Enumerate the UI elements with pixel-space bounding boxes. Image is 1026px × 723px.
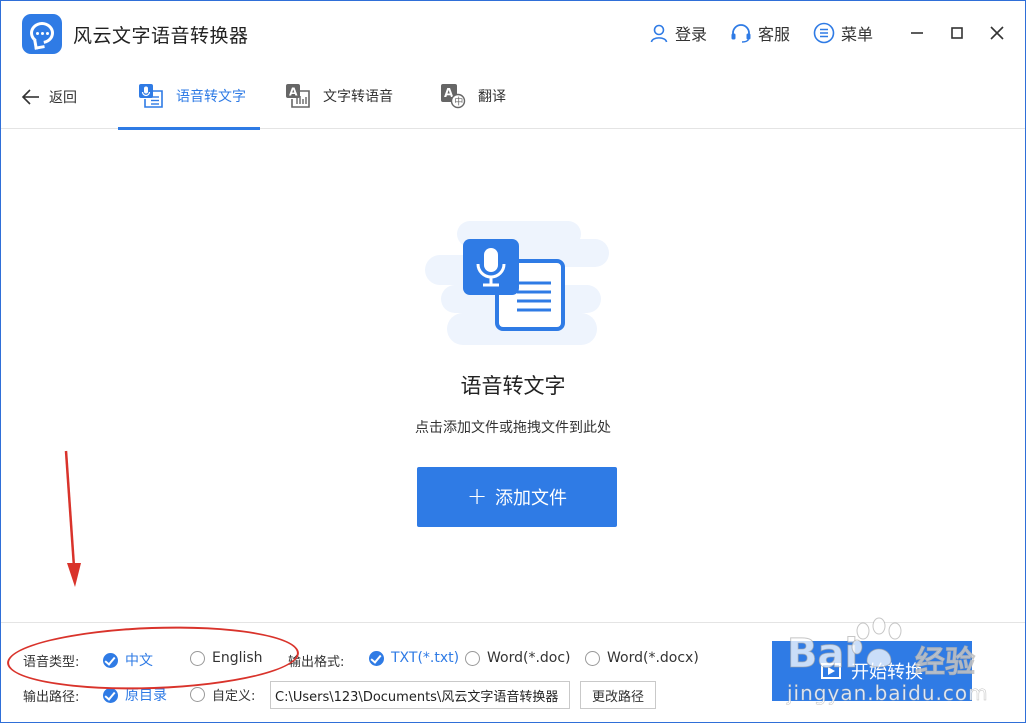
radio-checked-icon: [103, 687, 118, 703]
format-docx-label: Word(*.docx): [607, 650, 699, 666]
tab-text-to-speech[interactable]: A 文字转语音: [285, 63, 393, 129]
format-txt-label: TXT(*.txt): [391, 650, 460, 666]
support-button[interactable]: 客服: [730, 21, 790, 45]
maximize-button[interactable]: [947, 23, 967, 43]
menu-list-icon: [813, 22, 835, 44]
svg-text:中: 中: [454, 96, 463, 108]
start-convert-label: 开始转换: [851, 662, 923, 683]
radio-checked-icon: [369, 650, 384, 666]
radio-unchecked-icon: [465, 650, 480, 666]
output-path-label: 输出路径:: [23, 690, 80, 705]
tab-translate[interactable]: A中 翻译: [440, 63, 506, 129]
format-txt-radio[interactable]: TXT(*.txt): [369, 650, 459, 666]
nav-bar: 返回 语音转文字 A 文字转语音 A中 翻译: [1, 63, 1025, 130]
translate-icon: A中: [441, 84, 466, 109]
add-file-label: 添加文件: [495, 488, 568, 509]
app-logo-icon: [22, 14, 62, 54]
svg-text:A: A: [289, 86, 298, 99]
minimize-button[interactable]: [907, 23, 927, 43]
drop-zone-illustration: [421, 219, 613, 351]
tab-translate-label: 翻译: [478, 89, 506, 105]
drop-zone-hint: 点击添加文件或拖拽文件到此处: [415, 420, 611, 436]
path-custom-label: 自定义:: [212, 689, 256, 704]
format-doc-label: Word(*.doc): [487, 650, 571, 666]
drop-zone-title: 语音转文字: [460, 374, 566, 398]
add-file-button[interactable]: + 添加文件: [417, 467, 617, 527]
login-button[interactable]: 登录: [649, 21, 707, 45]
menu-label: 菜单: [841, 25, 874, 44]
radio-unchecked-icon: [190, 687, 205, 702]
tab-speech-to-text[interactable]: 语音转文字: [118, 63, 260, 130]
output-path-input[interactable]: [270, 681, 570, 709]
plus-icon: +: [466, 481, 488, 510]
minimize-icon: [911, 32, 923, 34]
support-label: 客服: [758, 25, 791, 44]
play-icon: [821, 663, 841, 679]
user-icon: [650, 24, 668, 43]
tab-speech-to-text-label: 语音转文字: [176, 89, 246, 105]
speech-document-icon: [425, 221, 609, 345]
app-window: 风云文字语音转换器 登录 客服 菜单 返回 语音转文字 A 文字转语音 A 中 …: [0, 0, 1026, 723]
format-doc-radio[interactable]: Word(*.doc): [465, 650, 571, 666]
start-convert-button[interactable]: 开始转换: [772, 641, 972, 701]
login-label: 登录: [675, 25, 708, 44]
text-to-speech-icon: A: [286, 84, 310, 108]
annotation-arrow-icon: [64, 450, 81, 587]
tab-text-to-speech-label: 文字转语音: [323, 89, 393, 105]
menu-button[interactable]: 菜单: [813, 21, 873, 45]
path-custom-radio[interactable]: 自定义:: [190, 685, 255, 704]
app-title: 风云文字语音转换器: [73, 25, 249, 47]
headset-icon: [731, 24, 751, 43]
back-label: 返回: [49, 90, 77, 106]
change-path-button[interactable]: 更改路径: [580, 681, 656, 709]
radio-unchecked-icon: [585, 650, 600, 666]
arrow-left-icon: [21, 89, 39, 105]
back-button[interactable]: 返回: [21, 87, 77, 107]
close-icon: [990, 26, 1004, 40]
close-button[interactable]: [987, 23, 1007, 43]
maximize-icon: [951, 27, 963, 39]
format-docx-radio[interactable]: Word(*.docx): [585, 650, 699, 666]
title-bar: 风云文字语音转换器 登录 客服 菜单: [1, 1, 1025, 63]
speech-to-text-icon: [139, 84, 163, 108]
